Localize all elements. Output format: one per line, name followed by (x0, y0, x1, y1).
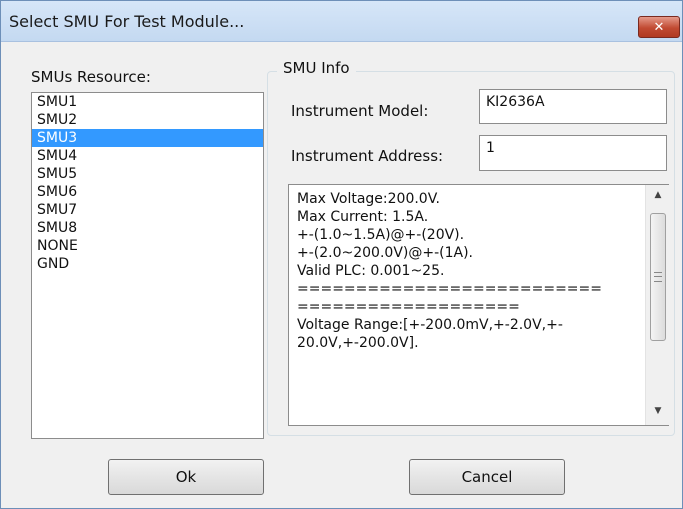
ok-button[interactable]: Ok (108, 459, 264, 495)
close-icon: ✕ (653, 19, 665, 35)
list-item[interactable]: SMU3 (32, 129, 263, 147)
info-line: Max Current: 1.5A. (297, 209, 429, 225)
list-item[interactable]: SMU8 (32, 219, 263, 237)
smu-info-text[interactable]: Max Voltage:200.0V. Max Current: 1.5A. +-(… (288, 184, 670, 426)
window-title: Select SMU For Test Module... (9, 12, 245, 31)
list-item[interactable]: SMU5 (32, 165, 263, 183)
instrument-model-label: Instrument Model: (291, 102, 429, 120)
list-item[interactable]: GND (32, 255, 263, 273)
scroll-up-icon[interactable]: ▲ (646, 185, 670, 205)
title-bar: Select SMU For Test Module... ✕ (1, 1, 682, 42)
info-line: 20.0V,+-200.0V]. (297, 335, 419, 351)
instrument-address-value: 1 (486, 140, 495, 156)
list-item[interactable]: SMU1 (32, 93, 263, 111)
info-line: =================== (297, 299, 520, 315)
info-line: Max Voltage:200.0V. (297, 191, 440, 207)
grip-icon (654, 272, 662, 282)
info-line: +-(1.0~1.5A)@+-(20V). (297, 227, 465, 243)
cancel-button[interactable]: Cancel (409, 459, 565, 495)
list-item[interactable]: NONE (32, 237, 263, 255)
instrument-address-field[interactable]: 1 (479, 135, 667, 171)
instrument-model-field[interactable]: KI2636A (479, 89, 667, 124)
info-line: +-(2.0~200.0V)@+-(1A). (297, 245, 473, 261)
vertical-scrollbar[interactable]: ▲ ▼ (645, 185, 670, 425)
scroll-thumb[interactable] (650, 213, 666, 341)
scroll-down-icon[interactable]: ▼ (646, 401, 670, 421)
list-item[interactable]: SMU7 (32, 201, 263, 219)
smu-info-group-title: SMU Info (277, 59, 356, 77)
info-line: Voltage Range:[+-200.0mV,+-2.0V,+- (297, 317, 563, 333)
close-button[interactable]: ✕ (638, 16, 680, 38)
smus-resource-label: SMUs Resource: (31, 68, 151, 86)
info-line: Valid PLC: 0.001~25. (297, 263, 445, 279)
list-item[interactable]: SMU4 (32, 147, 263, 165)
dialog-window: Select SMU For Test Module... ✕ SMUs Res… (0, 0, 683, 509)
instrument-model-value: KI2636A (486, 94, 545, 110)
info-line: ========================== (297, 281, 602, 297)
list-item[interactable]: SMU2 (32, 111, 263, 129)
instrument-address-label: Instrument Address: (291, 147, 444, 165)
list-item[interactable]: SMU6 (32, 183, 263, 201)
smu-resource-list[interactable]: SMU1 SMU2 SMU3 SMU4 SMU5 SMU6 SMU7 SMU8 NONE GND (31, 92, 264, 439)
